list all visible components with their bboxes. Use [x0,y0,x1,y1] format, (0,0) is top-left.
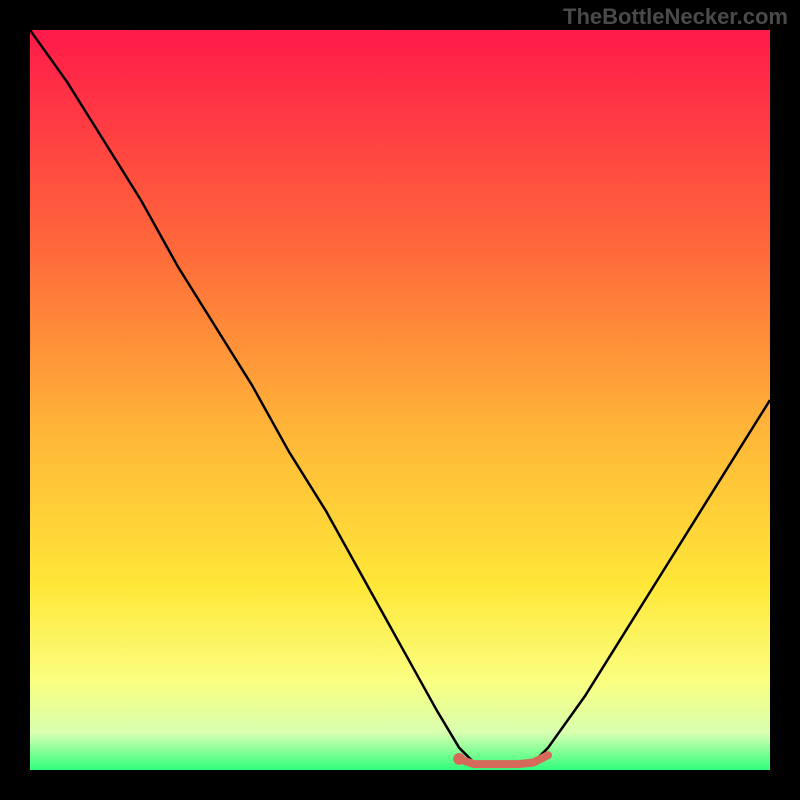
chart-svg [30,30,770,770]
watermark-text: TheBottleNecker.com [563,4,788,30]
marker-dot [453,753,465,765]
chart-background [30,30,770,770]
